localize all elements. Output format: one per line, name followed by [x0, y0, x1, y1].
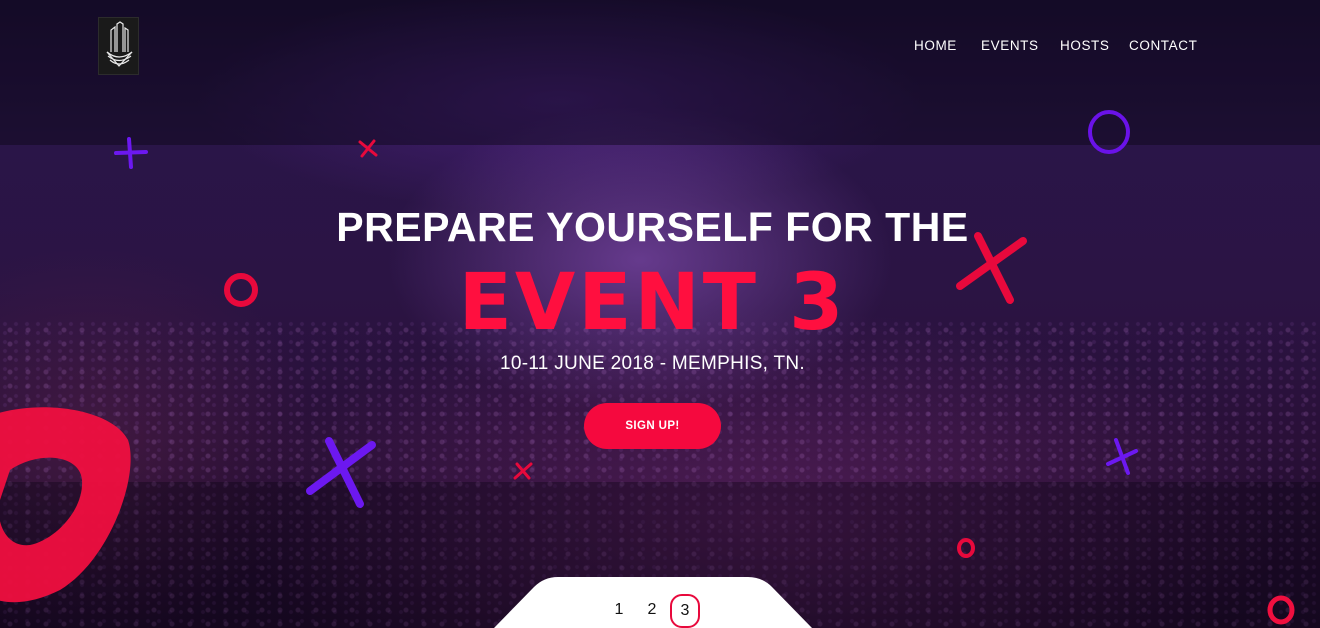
event-title: EVENT 3 [458, 258, 847, 348]
nav-home[interactable]: HOME [914, 38, 957, 53]
sign-up-button[interactable]: SIGN UP! [584, 403, 721, 449]
slider-page-3-active[interactable]: 3 [670, 594, 700, 628]
nav-hosts[interactable]: HOSTS [1060, 38, 1110, 53]
nav-contact[interactable]: CONTACT [1129, 38, 1197, 53]
slider-page-1[interactable]: 1 [604, 601, 634, 625]
skyline-tower-logo-icon [106, 21, 133, 67]
slider-page-2[interactable]: 2 [637, 601, 667, 625]
hero-top-shade [0, 0, 1320, 145]
event-details: 10-11 JUNE 2018 - MEMPHIS, TN. [499, 353, 805, 374]
nav-events[interactable]: EVENTS [981, 38, 1039, 53]
hero-headline: PREPARE YOURSELF FOR THE [336, 204, 969, 250]
site-logo[interactable] [98, 17, 139, 75]
